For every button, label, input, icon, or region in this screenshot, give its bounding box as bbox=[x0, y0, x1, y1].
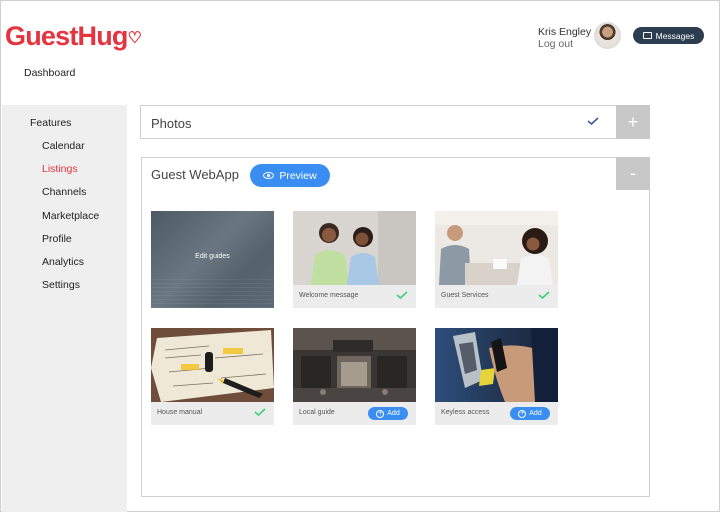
edit-guides-label: Edit guides bbox=[195, 253, 230, 260]
logout-link[interactable]: Log out bbox=[538, 38, 573, 50]
plus-icon: + bbox=[627, 111, 639, 132]
eye-icon bbox=[263, 172, 275, 179]
welcome-message-image bbox=[293, 211, 416, 285]
guest-services-card[interactable]: Guest Services bbox=[435, 211, 558, 308]
check-icon bbox=[396, 291, 408, 299]
card-label: Welcome message bbox=[299, 292, 359, 299]
sidebar-item-listings[interactable]: Listings bbox=[42, 163, 78, 175]
guest-webapp-collapse-button[interactable]: - bbox=[616, 157, 650, 190]
edit-guides-card[interactable]: Edit guides bbox=[151, 211, 274, 308]
sidebar-item-calendar[interactable]: Calendar bbox=[42, 140, 85, 152]
check-icon bbox=[254, 408, 266, 416]
preview-label: Preview bbox=[279, 169, 317, 182]
guesthug-logo[interactable]: GuestHug♡ bbox=[5, 21, 142, 52]
photos-title: Photos bbox=[151, 116, 192, 131]
keyless-access-card[interactable]: Keyless access + Add bbox=[435, 328, 558, 425]
add-keyless-access-button[interactable]: + Add bbox=[510, 407, 550, 420]
card-label: Local guide bbox=[299, 409, 335, 416]
message-icon bbox=[642, 32, 652, 39]
add-label: Add bbox=[529, 410, 542, 417]
minus-icon: - bbox=[630, 163, 636, 183]
messages-button[interactable]: Messages bbox=[633, 27, 704, 44]
check-icon bbox=[538, 291, 550, 299]
local-guide-image bbox=[293, 328, 416, 402]
welcome-message-card[interactable]: Welcome message bbox=[293, 211, 416, 308]
house-manual-card[interactable]: House manual bbox=[151, 328, 274, 425]
preview-button[interactable]: Preview bbox=[250, 164, 330, 187]
photos-panel: Photos + bbox=[140, 105, 650, 139]
heart-icon: ♡ bbox=[127, 30, 142, 47]
keyless-access-image bbox=[435, 328, 558, 402]
house-manual-image bbox=[151, 328, 274, 402]
card-label: Guest Services bbox=[441, 292, 489, 299]
guest-services-image bbox=[435, 211, 558, 285]
add-circle-icon: + bbox=[376, 409, 385, 418]
guest-webapp-title: Guest WebApp bbox=[151, 167, 239, 182]
add-circle-icon: + bbox=[518, 409, 527, 418]
card-label: House manual bbox=[157, 409, 203, 416]
avatar[interactable] bbox=[594, 22, 621, 49]
sidebar-item-settings[interactable]: Settings bbox=[42, 279, 80, 291]
app-frame: GuestHug♡ Dashboard Kris Engley Log out … bbox=[0, 0, 720, 512]
sidebar-item-channels[interactable]: Channels bbox=[42, 186, 86, 198]
dashboard-link[interactable]: Dashboard bbox=[24, 67, 75, 79]
add-label: Add bbox=[387, 410, 400, 417]
user-name: Kris Engley bbox=[538, 26, 592, 38]
sidebar-item-marketplace[interactable]: Marketplace bbox=[42, 210, 99, 222]
check-icon bbox=[587, 117, 599, 125]
photos-expand-button[interactable]: + bbox=[616, 105, 650, 139]
card-label: Keyless access bbox=[441, 409, 490, 416]
add-local-guide-button[interactable]: + Add bbox=[368, 407, 408, 420]
messages-label: Messages bbox=[655, 30, 695, 41]
logo-text: GuestHug bbox=[5, 21, 128, 51]
local-guide-card[interactable]: Local guide + Add bbox=[293, 328, 416, 425]
sidebar: Features Calendar Listings Channels Mark… bbox=[2, 105, 127, 512]
sidebar-item-features[interactable]: Features bbox=[30, 117, 71, 129]
guest-webapp-panel: Guest WebApp Preview - Edit guides Welco… bbox=[141, 157, 650, 497]
card-texture bbox=[151, 278, 274, 308]
sidebar-item-analytics[interactable]: Analytics bbox=[42, 256, 84, 268]
sidebar-item-profile[interactable]: Profile bbox=[42, 233, 72, 245]
